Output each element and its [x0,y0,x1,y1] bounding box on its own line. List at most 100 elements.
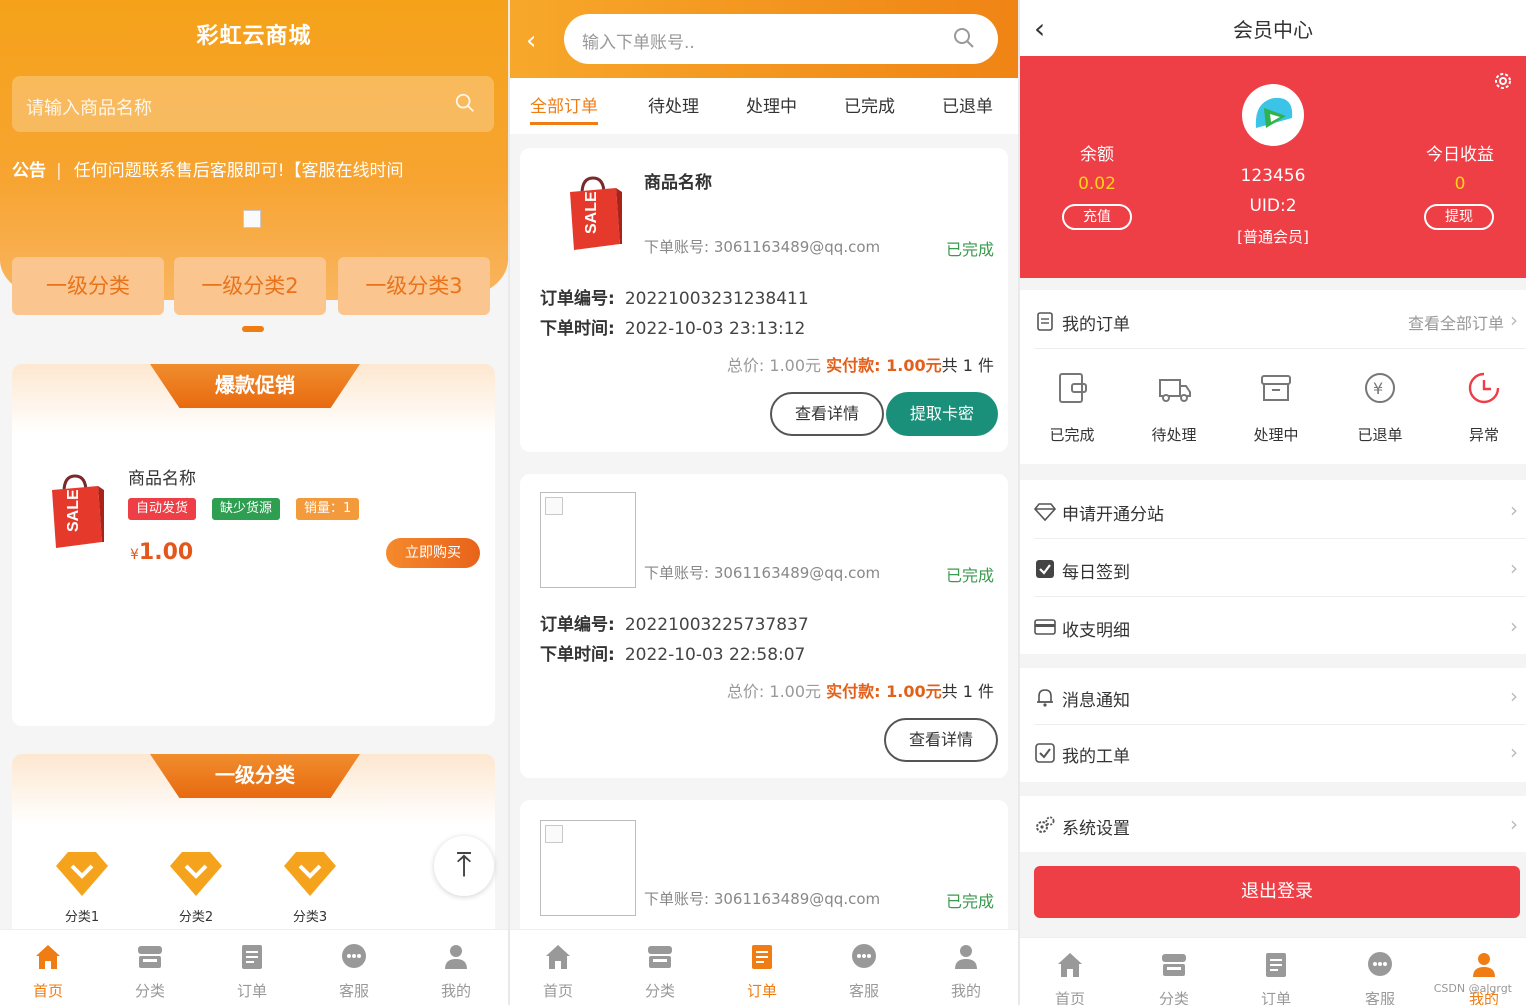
tab-mine[interactable]: 我的 [926,942,1006,1001]
back-to-top-button[interactable]: ⤒ [434,836,494,896]
total-value: 1.00元 [769,682,822,701]
tab-category[interactable]: 分类 [110,942,190,1001]
tab-category[interactable]: 分类 [620,942,700,1001]
tab-service[interactable]: 客服 [1340,950,1420,1005]
see-all-orders-link[interactable]: 查看全部订单 [1408,310,1504,334]
status-label: 待处理 [1151,426,1197,444]
category-item[interactable]: 一级分类 [12,257,164,315]
order-time-line: 下单时间: 2022-10-03 22:58:07 [540,640,805,665]
order-status-completed[interactable]: 已完成 [1032,368,1112,445]
buy-now-button[interactable]: 立即购买 [386,538,480,568]
order-total-line: 总价: 1.00元 实付款: 1.00元共 1 件 [727,678,994,702]
tab-service[interactable]: 客服 [314,942,394,1001]
diamond-check-icon [170,852,222,896]
account-label: 下单账号: [644,890,710,908]
logout-button[interactable]: 退出登录 [1034,866,1520,918]
price-value: 1.00 [138,540,194,565]
tab-orders[interactable]: 订单 [722,942,802,1001]
category-item[interactable]: 一级分类3 [338,257,490,315]
menu-settings[interactable]: 系统设置 › [1020,796,1526,852]
tab-processing[interactable]: 处理中 [746,92,797,117]
paid-value: 1.00元 [886,682,942,701]
tab-service[interactable]: 客服 [824,942,904,1001]
order-list-icon [242,945,262,969]
count-value: 1 [962,682,973,701]
balance-label: 余额 [1080,145,1114,165]
tab-refunded[interactable]: 已退单 [942,92,993,117]
home-icon [1058,953,1082,977]
extract-card-button[interactable]: 提取卡密 [886,392,998,436]
tab-completed[interactable]: 已完成 [844,92,895,117]
user-icon [1473,953,1495,977]
tab-home[interactable]: 首页 [1030,950,1110,1005]
gear-icon[interactable] [1492,70,1514,92]
search-placeholder: 输入下单账号.. [582,33,695,53]
category-card: 一级分类 分类1 分类2 分类3 [12,754,495,954]
tab-all-orders[interactable]: 全部订单 [530,92,598,125]
chat-bubble-icon [852,944,876,968]
order-status-refunded[interactable]: ¥ 已退单 [1340,368,1420,445]
sub-category-item[interactable]: 分类2 [166,850,226,925]
my-orders-title: 我的订单 [1062,315,1130,335]
delivery-truck-icon [1159,379,1191,402]
chevron-right-icon: › [1510,556,1518,580]
order-time-label: 下单时间: [540,319,615,339]
search-icon[interactable] [454,92,476,114]
tab-mine[interactable]: 我的 [1444,950,1524,1005]
order-status-processing[interactable]: 处理中 [1236,368,1316,445]
order-account: 下单账号: 3061163489@qq.com [644,562,880,583]
tab-category[interactable]: 分类 [1134,950,1214,1005]
svg-text:SALE: SALE [65,489,82,532]
menu-notifications[interactable]: 消息通知 › [1020,668,1526,724]
tab-orders[interactable]: 订单 [212,942,292,1001]
menu-label: 收支明细 [1062,621,1130,641]
order-number-line: 订单编号: 2022100323123841​1 [540,284,809,309]
tab-home[interactable]: 首页 [8,942,88,1001]
notice-label: 公告 [12,161,46,181]
withdraw-button[interactable]: 提现 [1424,204,1494,230]
view-detail-button[interactable]: 查看详情 [770,392,884,436]
product-name[interactable]: 商品名称 [128,464,196,489]
tab-home[interactable]: 首页 [518,942,598,1001]
sub-category-item[interactable]: 分类3 [280,850,340,925]
order-status-pending[interactable]: 待处理 [1134,368,1214,445]
menu-my-tickets[interactable]: 我的工单 › [1020,724,1526,782]
order-time: 2022-10-03 22:58:07 [624,645,806,665]
product-thumbnail [540,492,636,588]
product-search-input[interactable]: 请输入商品名称 [12,76,494,132]
user-icon [445,945,467,969]
sub-category-item[interactable]: 分类1 [52,850,112,925]
order-card[interactable]: 下单账号: 3061163489@qq.com 已完成 订单编号: 2022100… [520,474,1008,778]
recharge-button[interactable]: 充值 [1062,204,1132,230]
order-status-abnormal[interactable]: 异常 [1444,368,1524,445]
notice-bar[interactable]: 公告 | 任何问题联系售后客服即可!【客服在线时间 [12,156,492,181]
chevron-right-icon: › [1510,498,1518,522]
menu-apply-substation[interactable]: 申请开通分站 › [1020,480,1526,538]
order-time-label: 下单时间: [540,645,615,665]
clipboard-icon [1037,312,1053,331]
menu-label: 消息通知 [1062,691,1130,711]
order-account-search-input[interactable]: 输入下单账号.. [564,14,998,64]
tag-sales: 销量：1 [296,498,360,520]
back-arrow-icon[interactable]: ‹ [526,26,536,56]
tab-pending[interactable]: 待处理 [648,92,699,117]
search-icon[interactable] [952,26,976,50]
chat-bubble-icon [1368,952,1392,976]
order-number: 2022100323123841​1 [624,289,809,309]
menu-transactions[interactable]: 收支明细 › [1020,596,1526,654]
menu-daily-checkin[interactable]: 每日签到 › [1020,538,1526,596]
member-level: [普通会员] [1237,228,1309,246]
view-detail-button[interactable]: 查看详情 [884,718,998,762]
order-card[interactable]: SALE 商品名称 下单账号: 3061163489@qq.com 已完成 订单… [520,148,1008,452]
tab-orders[interactable]: 订单 [1236,950,1316,1005]
completed-doc-icon [1059,373,1087,403]
sale-bag-icon[interactable]: SALE [46,470,104,550]
order-status: 已完成 [945,566,994,585]
tab-label: 我的 [950,982,981,1000]
tab-mine[interactable]: 我的 [416,942,496,1001]
total-value: 1.00元 [769,356,822,375]
avatar[interactable] [1242,84,1304,146]
chevron-right-icon: › [1510,308,1518,332]
category-item[interactable]: 一级分类2 [174,257,326,315]
menu-section-a: 申请开通分站 › 每日签到 › 收支明细 › [1020,480,1526,654]
